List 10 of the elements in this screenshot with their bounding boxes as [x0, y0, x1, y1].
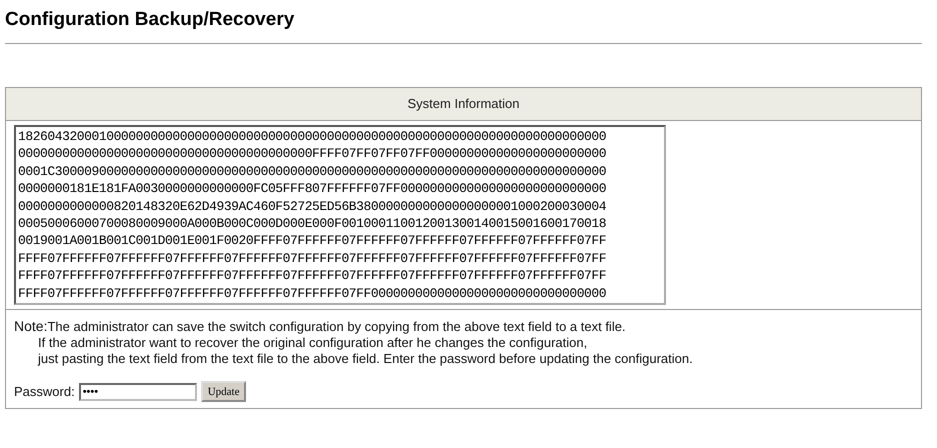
page-title: Configuration Backup/Recovery — [5, 8, 296, 31]
note-text: If the administrator want to recover the original configuration after he changes the configuration, — [38, 335, 588, 350]
note-label: Note: — [14, 318, 48, 334]
panel-header: System Information — [6, 88, 921, 121]
update-button[interactable]: Update — [200, 381, 246, 402]
note-text: The administrator can save the switch configuration by copying from the above text field to a text file. — [47, 319, 626, 334]
configuration-text-field[interactable]: 18260432000100000000000000000000000000000000000000000000000000000000000000000000 0000000000000000000000000000000000000000FFFF07FF07FF07FF000000000000000000000000 0001C300009000000000000000000000000000000000000000000000000000000000000000000000 0000000181E181FA0030000000000000FC05FFF807FFFFFF07FF0000000000000000000000000000 0000000000000820148320E62D4939AC460F52725ED56B3800000000000000000001000200030004 00050006000700080009000A000B000C000D000E000F001000110012001300140015001600170018 0019001A001B001C001D001E001F0020FFFF07FFFFFF07FFFFFF07FFFFFF07FFFFFF07FFFFFF07FF FFFF07FFFFFF07FFFFFF07FFFFFF07FFFFFF07FFFFFF07FFFFFF07FFFFFF07FFFFFF07FFFFFF07FF FFFF07FFFFFF07FFFFFF07FFFFFF07FFFFFF07FFFFFF07FFFFFF07FFFFFF07FFFFFF07FFFFFF07FF FFFF07FFFFFF07FFFFFF07FFFFFF07FFFFFF07FFFFFF07FF00000000000000000000000000000000 — [14, 125, 666, 305]
note-text: just pasting the text field from the text file to the above field. Enter the password before updating the configuration. — [38, 351, 693, 366]
password-field[interactable]: •••• — [78, 382, 197, 400]
password-label: Password: — [14, 384, 75, 400]
